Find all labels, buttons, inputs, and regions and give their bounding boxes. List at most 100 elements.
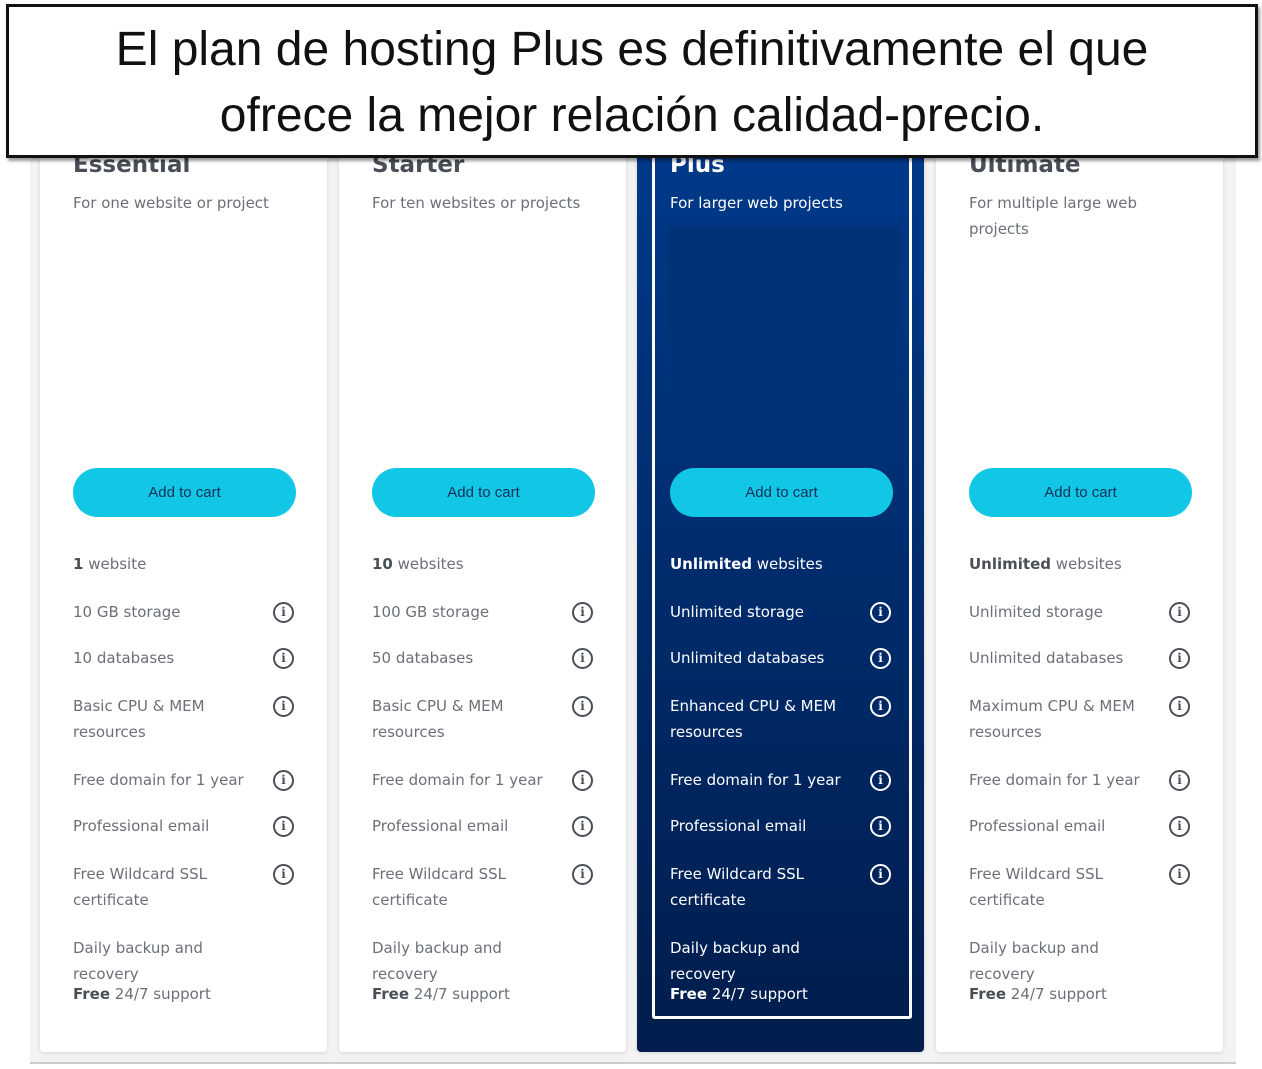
info-icon[interactable]: i — [870, 864, 891, 885]
info-icon[interactable]: i — [1169, 816, 1190, 837]
plan-card-essential: Essential For one website or project Add t… — [40, 120, 327, 1052]
info-icon[interactable]: i — [273, 816, 294, 837]
feature-text: 24/7 support — [1006, 985, 1107, 1003]
feature-text: 10 databases — [73, 649, 175, 667]
info-icon[interactable]: i — [572, 816, 593, 837]
feature-text: websites — [1051, 555, 1122, 573]
feature-text: Free Wildcard SSL certificate — [969, 865, 1103, 909]
feature-item: Daily backup and recovery — [372, 935, 572, 987]
feature-text: Daily backup and recovery — [670, 939, 800, 983]
info-icon[interactable]: i — [870, 696, 891, 717]
feature-text: Free domain for 1 year — [969, 771, 1140, 789]
feature-text: 24/7 support — [409, 985, 510, 1003]
add-to-cart-button[interactable]: Add to cart — [372, 468, 595, 517]
info-icon[interactable]: i — [273, 770, 294, 791]
feature-text: Professional email — [969, 817, 1106, 835]
info-icon[interactable]: i — [870, 816, 891, 837]
info-icon[interactable]: i — [1169, 770, 1190, 791]
feature-item: Free 24/7 support — [969, 981, 1169, 1007]
feature-highlight: Free — [670, 985, 708, 1003]
price-area — [668, 226, 900, 438]
feature-highlight: Free — [73, 985, 111, 1003]
feature-highlight: Free — [969, 985, 1007, 1003]
plan-subtitle: For larger web projects — [670, 194, 843, 212]
feature-text: Free domain for 1 year — [670, 771, 841, 789]
info-icon[interactable]: i — [273, 864, 294, 885]
info-icon[interactable]: i — [1169, 696, 1190, 717]
feature-item: Unlimited websites — [670, 551, 870, 577]
info-icon[interactable]: i — [1169, 864, 1190, 885]
caption-banner: El plan de hosting Plus es definitivamen… — [6, 4, 1258, 158]
plan-subtitle: For ten websites or projects — [372, 194, 581, 212]
feature-item: Professional email — [73, 813, 273, 839]
feature-text: Free Wildcard SSL certificate — [73, 865, 207, 909]
plan-card-plus: Plus For larger web projects Add to cart Un… — [637, 120, 924, 1052]
feature-text: websites — [752, 555, 823, 573]
info-icon[interactable]: i — [870, 648, 891, 669]
feature-item: Free Wildcard SSL certificate — [670, 861, 870, 913]
feature-text: Unlimited storage — [670, 603, 804, 621]
info-icon[interactable]: i — [572, 648, 593, 669]
feature-item: Professional email — [670, 813, 870, 839]
info-icon[interactable]: i — [1169, 648, 1190, 669]
add-to-cart-button[interactable]: Add to cart — [969, 468, 1192, 517]
feature-item: Free Wildcard SSL certificate — [969, 861, 1169, 913]
info-icon[interactable]: i — [572, 864, 593, 885]
feature-text: Free Wildcard SSL certificate — [670, 865, 804, 909]
feature-text: Free Wildcard SSL certificate — [372, 865, 506, 909]
feature-text: Daily backup and recovery — [969, 939, 1099, 983]
info-icon[interactable]: i — [572, 602, 593, 623]
plan-subtitle: For multiple large web projects — [969, 194, 1138, 238]
feature-text: Professional email — [670, 817, 807, 835]
feature-item: Free domain for 1 year — [969, 767, 1169, 793]
feature-text: Maximum CPU & MEM resources — [969, 697, 1135, 741]
feature-text: website — [83, 555, 147, 573]
feature-item: 50 databases — [372, 645, 572, 671]
feature-item: 1 website — [73, 551, 273, 577]
feature-text: 100 GB storage — [372, 603, 490, 621]
feature-item: 10 websites — [372, 551, 572, 577]
info-icon[interactable]: i — [870, 602, 891, 623]
feature-text: 10 GB storage — [73, 603, 181, 621]
feature-highlight: Unlimited — [969, 555, 1051, 573]
info-icon[interactable]: i — [1169, 602, 1190, 623]
info-icon[interactable]: i — [870, 770, 891, 791]
add-to-cart-button[interactable]: Add to cart — [73, 468, 296, 517]
feature-item: Basic CPU & MEM resources — [372, 693, 572, 745]
feature-text: Enhanced CPU & MEM resources — [670, 697, 837, 741]
feature-text: Unlimited databases — [670, 649, 825, 667]
plan-card-starter: Starter For ten websites or projects Add t… — [339, 120, 626, 1052]
info-icon[interactable]: i — [572, 770, 593, 791]
feature-item: Daily backup and recovery — [670, 935, 870, 987]
feature-item: Daily backup and recovery — [73, 935, 273, 987]
info-icon[interactable]: i — [273, 696, 294, 717]
add-to-cart-button[interactable]: Add to cart — [670, 468, 893, 517]
feature-item: Unlimited websites — [969, 551, 1169, 577]
feature-item: Professional email — [372, 813, 572, 839]
feature-item: Daily backup and recovery — [969, 935, 1169, 987]
caption-line-1: El plan de hosting Plus es definitivamen… — [115, 23, 1149, 76]
feature-text: Professional email — [372, 817, 509, 835]
feature-text: Professional email — [73, 817, 210, 835]
info-icon[interactable]: i — [273, 602, 294, 623]
plan-card-ultimate: Ultimate For multiple large web projects A… — [936, 120, 1223, 1052]
feature-text: Unlimited storage — [969, 603, 1103, 621]
feature-item: Unlimited databases — [969, 645, 1169, 671]
feature-item: Free 24/7 support — [670, 981, 870, 1007]
feature-text: Free domain for 1 year — [372, 771, 543, 789]
feature-item: Unlimited storage — [969, 599, 1169, 625]
feature-item: Maximum CPU & MEM resources — [969, 693, 1169, 745]
feature-item: Free 24/7 support — [372, 981, 572, 1007]
feature-text: Free domain for 1 year — [73, 771, 244, 789]
info-icon[interactable]: i — [273, 648, 294, 669]
feature-text: Unlimited databases — [969, 649, 1124, 667]
feature-highlight: 1 — [73, 555, 84, 573]
feature-item: 10 databases — [73, 645, 273, 671]
feature-item: Free domain for 1 year — [670, 767, 870, 793]
feature-text: websites — [392, 555, 464, 573]
feature-text: Basic CPU & MEM resources — [73, 697, 205, 741]
info-icon[interactable]: i — [572, 696, 593, 717]
feature-item: 100 GB storage — [372, 599, 572, 625]
feature-text: 24/7 support — [110, 985, 211, 1003]
feature-item: Unlimited databases — [670, 645, 870, 671]
